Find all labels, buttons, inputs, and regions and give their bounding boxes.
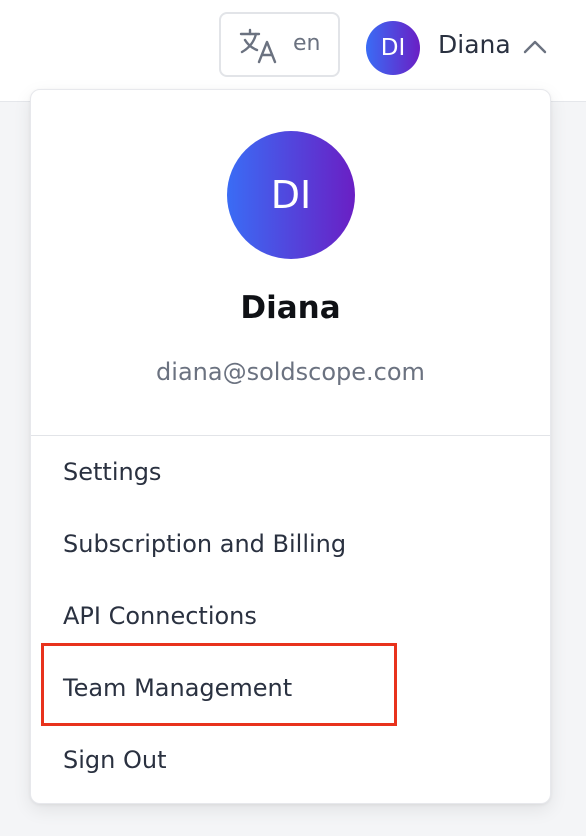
- profile-name: Diana: [240, 290, 341, 326]
- translate-icon: [239, 28, 279, 64]
- top-bar: en DI Diana: [0, 0, 586, 102]
- avatar-initials: DI: [380, 35, 406, 61]
- language-selector-button[interactable]: en: [219, 12, 340, 77]
- profile-avatar: DI: [227, 131, 355, 259]
- language-code: en: [293, 31, 321, 56]
- menu-item-api-connections[interactable]: API Connections: [63, 596, 523, 636]
- user-dropdown-menu: DI Diana diana@soldscope.com Settings Su…: [30, 89, 551, 804]
- profile-avatar-initials: DI: [270, 173, 312, 217]
- divider: [31, 435, 550, 436]
- user-name: Diana: [438, 30, 511, 59]
- profile-section: DI Diana diana@soldscope.com: [31, 90, 550, 436]
- user-menu-trigger[interactable]: DI Diana: [364, 18, 564, 75]
- menu-item-team-management[interactable]: Team Management: [63, 668, 523, 708]
- profile-email: diana@soldscope.com: [156, 358, 425, 386]
- menu-item-sign-out[interactable]: Sign Out: [63, 740, 523, 780]
- avatar: DI: [366, 21, 420, 75]
- menu-item-settings[interactable]: Settings: [63, 452, 523, 492]
- menu-item-subscription-billing[interactable]: Subscription and Billing: [63, 524, 523, 564]
- chevron-up-icon: [522, 36, 548, 58]
